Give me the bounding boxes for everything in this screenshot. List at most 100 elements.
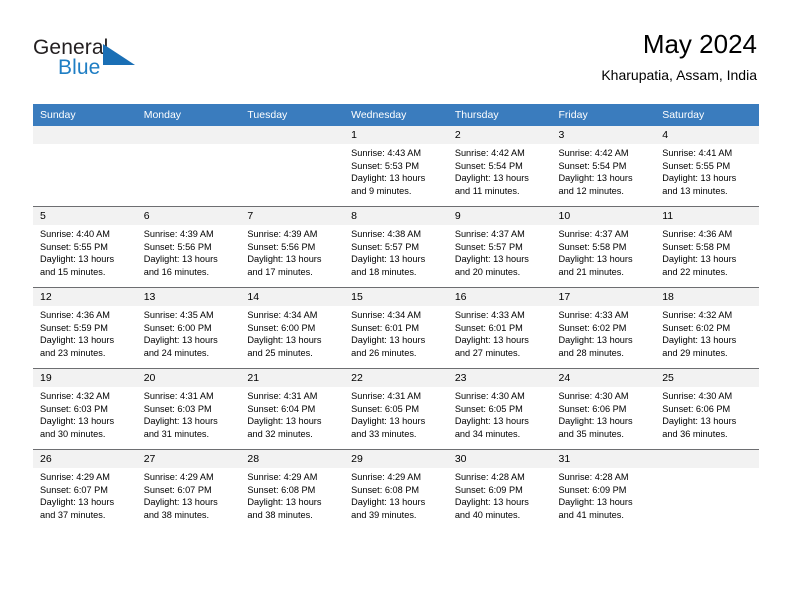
day-number: 20 <box>136 369 241 387</box>
calendar-day-cell[interactable] <box>33 126 137 207</box>
calendar-day-cell[interactable]: 26 Sunrise: 4:29 AM Sunset: 6:07 PM Dayl… <box>33 449 137 530</box>
calendar-day-cell[interactable]: 5 Sunrise: 4:40 AM Sunset: 5:55 PM Dayli… <box>33 206 137 288</box>
weekday-header-thursday: Thursday <box>447 104 552 126</box>
calendar-day-cell[interactable]: 14 Sunrise: 4:34 AM Sunset: 6:00 PM Dayl… <box>240 287 345 369</box>
daylight-text-line2: and 9 minutes. <box>351 185 412 196</box>
calendar-day-cell[interactable]: 17 Sunrise: 4:33 AM Sunset: 6:02 PM Dayl… <box>551 287 656 369</box>
calendar-day-cell[interactable]: 28 Sunrise: 4:29 AM Sunset: 6:08 PM Dayl… <box>240 449 345 530</box>
calendar-day-cell[interactable]: 7 Sunrise: 4:39 AM Sunset: 5:56 PM Dayli… <box>240 206 345 288</box>
day-number: 19 <box>33 369 137 387</box>
daylight-text-line2: and 24 minutes. <box>143 347 210 358</box>
sunrise-text: Sunrise: 4:29 AM <box>143 472 214 482</box>
daylight-text-line2: and 33 minutes. <box>351 428 417 439</box>
daylight-text-line1: Daylight: 13 hours <box>351 173 426 184</box>
sunset-text: Sunset: 6:03 PM <box>143 403 212 414</box>
daylight-text-line2: and 40 minutes. <box>454 509 521 520</box>
daylight-text-line1: Daylight: 13 hours <box>351 335 426 346</box>
page-title: May 2024 <box>642 29 757 59</box>
sunrise-text: Sunrise: 4:34 AM <box>351 310 422 320</box>
sunset-text: Sunset: 5:54 PM <box>454 160 523 171</box>
sunset-text: Sunset: 6:04 PM <box>247 403 316 414</box>
calendar-day-cell[interactable]: 20 Sunrise: 4:31 AM Sunset: 6:03 PM Dayl… <box>136 368 241 450</box>
daylight-text-line1: Daylight: 13 hours <box>662 254 737 265</box>
sunset-text: Sunset: 6:01 PM <box>351 322 420 333</box>
calendar-week-row: 5 Sunrise: 4:40 AM Sunset: 5:55 PM Dayli… <box>33 206 759 288</box>
calendar-day-cell[interactable]: 6 Sunrise: 4:39 AM Sunset: 5:56 PM Dayli… <box>136 206 241 288</box>
sunrise-text: Sunrise: 4:37 AM <box>558 229 629 239</box>
daylight-text-line2: and 37 minutes. <box>40 509 106 520</box>
sunset-text: Sunset: 5:56 PM <box>247 241 316 252</box>
calendar-day-cell[interactable]: 29 Sunrise: 4:29 AM Sunset: 6:08 PM Dayl… <box>344 449 448 530</box>
calendar-day-cell[interactable]: 8 Sunrise: 4:38 AM Sunset: 5:57 PM Dayli… <box>344 206 448 288</box>
daylight-text-line2: and 22 minutes. <box>662 266 728 277</box>
day-details: Sunrise: 4:37 AM Sunset: 5:57 PM Dayligh… <box>448 225 552 278</box>
daylight-text-line2: and 38 minutes. <box>143 509 210 520</box>
calendar-day-cell[interactable] <box>136 126 241 207</box>
calendar-day-cell[interactable]: 25 Sunrise: 4:30 AM Sunset: 6:06 PM Dayl… <box>655 368 759 450</box>
sunrise-text: Sunrise: 4:31 AM <box>351 391 422 401</box>
day-number: 24 <box>551 369 656 387</box>
calendar-day-cell[interactable]: 2 Sunrise: 4:42 AM Sunset: 5:54 PM Dayli… <box>447 126 552 207</box>
calendar-day-cell[interactable]: 18 Sunrise: 4:32 AM Sunset: 6:02 PM Dayl… <box>655 287 759 369</box>
calendar-week-row: 26 Sunrise: 4:29 AM Sunset: 6:07 PM Dayl… <box>33 449 759 530</box>
sunrise-text: Sunrise: 4:39 AM <box>143 229 214 239</box>
day-number: 29 <box>344 450 448 468</box>
calendar-day-cell[interactable]: 1 Sunrise: 4:43 AM Sunset: 5:53 PM Dayli… <box>344 126 448 207</box>
sunset-text: Sunset: 5:56 PM <box>143 241 212 252</box>
day-details: Sunrise: 4:29 AM Sunset: 6:08 PM Dayligh… <box>344 468 448 521</box>
calendar-day-cell[interactable]: 27 Sunrise: 4:29 AM Sunset: 6:07 PM Dayl… <box>136 449 241 530</box>
day-number: 9 <box>447 207 552 225</box>
day-number: 30 <box>447 450 552 468</box>
daylight-text-line1: Daylight: 13 hours <box>454 173 529 184</box>
day-details: Sunrise: 4:32 AM Sunset: 6:02 PM Dayligh… <box>655 306 759 359</box>
sunrise-text: Sunrise: 4:41 AM <box>662 148 733 158</box>
daylight-text-line1: Daylight: 13 hours <box>40 254 115 265</box>
sunrise-text: Sunrise: 4:42 AM <box>454 148 525 158</box>
calendar-day-cell[interactable]: 12 Sunrise: 4:36 AM Sunset: 5:59 PM Dayl… <box>33 287 137 369</box>
day-details: Sunrise: 4:30 AM Sunset: 6:06 PM Dayligh… <box>655 387 759 440</box>
day-details: Sunrise: 4:32 AM Sunset: 6:03 PM Dayligh… <box>33 387 137 440</box>
day-number: 6 <box>136 207 241 225</box>
daylight-text-line2: and 20 minutes. <box>454 266 521 277</box>
calendar-day-cell[interactable]: 31 Sunrise: 4:28 AM Sunset: 6:09 PM Dayl… <box>551 449 656 530</box>
daylight-text-line1: Daylight: 13 hours <box>454 497 529 508</box>
logo-text-blue: Blue <box>58 56 101 79</box>
calendar-day-cell[interactable]: 15 Sunrise: 4:34 AM Sunset: 6:01 PM Dayl… <box>344 287 448 369</box>
calendar-day-cell[interactable]: 16 Sunrise: 4:33 AM Sunset: 6:01 PM Dayl… <box>447 287 552 369</box>
calendar-day-cell[interactable]: 23 Sunrise: 4:30 AM Sunset: 6:05 PM Dayl… <box>447 368 552 450</box>
sunset-text: Sunset: 5:58 PM <box>662 241 731 252</box>
calendar-day-cell[interactable]: 21 Sunrise: 4:31 AM Sunset: 6:04 PM Dayl… <box>240 368 345 450</box>
general-blue-logo[interactable]: General Blue <box>33 36 203 82</box>
calendar-day-cell[interactable] <box>655 449 759 530</box>
page-header: General Blue May 2024 Kharupatia, Assam,… <box>0 0 792 100</box>
day-number: 10 <box>551 207 656 225</box>
calendar-day-cell[interactable]: 4 Sunrise: 4:41 AM Sunset: 5:55 PM Dayli… <box>655 126 759 207</box>
day-number: 14 <box>240 288 345 306</box>
daylight-text-line1: Daylight: 13 hours <box>662 173 737 184</box>
page-subtitle: Kharupatia, Assam, India <box>601 67 757 83</box>
calendar-day-cell[interactable]: 11 Sunrise: 4:36 AM Sunset: 5:58 PM Dayl… <box>655 206 759 288</box>
sunset-text: Sunset: 6:08 PM <box>351 484 420 495</box>
day-details: Sunrise: 4:31 AM Sunset: 6:03 PM Dayligh… <box>137 387 241 440</box>
sunset-text: Sunset: 6:07 PM <box>40 484 108 495</box>
calendar-day-cell[interactable]: 13 Sunrise: 4:35 AM Sunset: 6:00 PM Dayl… <box>136 287 241 369</box>
calendar-day-cell[interactable]: 30 Sunrise: 4:28 AM Sunset: 6:09 PM Dayl… <box>447 449 552 530</box>
calendar-day-cell[interactable]: 24 Sunrise: 4:30 AM Sunset: 6:06 PM Dayl… <box>551 368 656 450</box>
calendar-day-cell[interactable]: 9 Sunrise: 4:37 AM Sunset: 5:57 PM Dayli… <box>447 206 552 288</box>
calendar-day-cell[interactable]: 19 Sunrise: 4:32 AM Sunset: 6:03 PM Dayl… <box>33 368 137 450</box>
day-details: Sunrise: 4:30 AM Sunset: 6:05 PM Dayligh… <box>448 387 552 440</box>
calendar-day-cell[interactable]: 10 Sunrise: 4:37 AM Sunset: 5:58 PM Dayl… <box>551 206 656 288</box>
calendar-week-row: 19 Sunrise: 4:32 AM Sunset: 6:03 PM Dayl… <box>33 368 759 450</box>
daylight-text-line1: Daylight: 13 hours <box>40 497 115 508</box>
day-number: 11 <box>655 207 759 225</box>
daylight-text-line1: Daylight: 13 hours <box>558 497 633 508</box>
calendar-day-cell[interactable]: 22 Sunrise: 4:31 AM Sunset: 6:05 PM Dayl… <box>344 368 448 450</box>
calendar-day-cell[interactable] <box>240 126 345 207</box>
calendar-week-row: 12 Sunrise: 4:36 AM Sunset: 5:59 PM Dayl… <box>33 287 759 369</box>
daylight-text-line1: Daylight: 13 hours <box>351 497 426 508</box>
sunrise-text: Sunrise: 4:31 AM <box>247 391 318 401</box>
calendar-day-cell[interactable]: 3 Sunrise: 4:42 AM Sunset: 5:54 PM Dayli… <box>551 126 656 207</box>
day-number: 17 <box>551 288 656 306</box>
title-block: May 2024 Kharupatia, Assam, India <box>601 28 757 86</box>
day-details: Sunrise: 4:41 AM Sunset: 5:55 PM Dayligh… <box>655 144 759 197</box>
